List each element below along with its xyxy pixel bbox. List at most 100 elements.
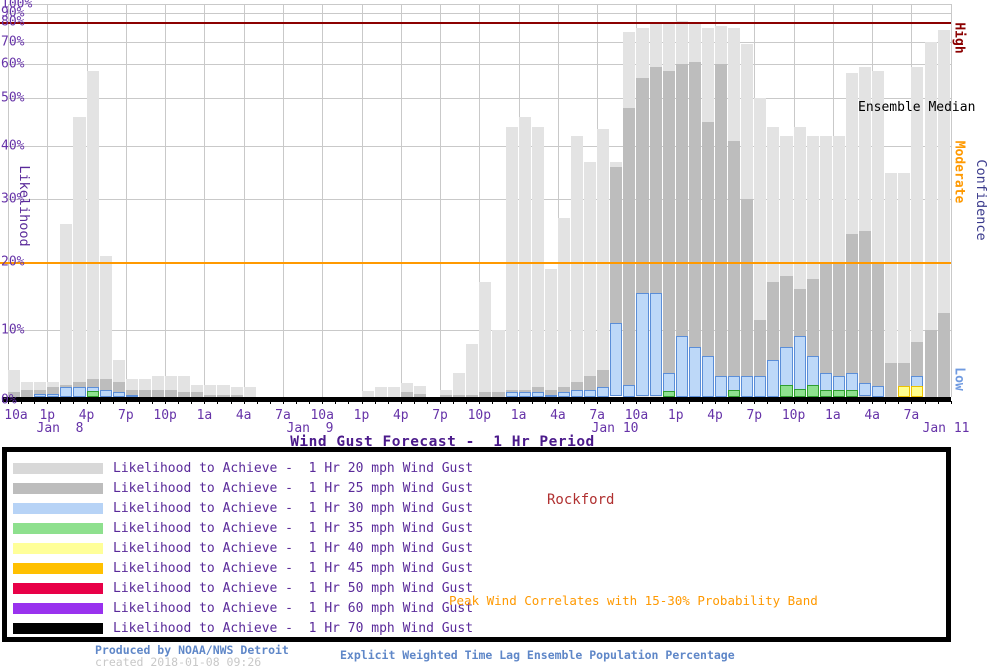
legend-label: Likelihood to Achieve - 1 Hr 60 mph Wind… bbox=[113, 601, 473, 616]
bar-segment-30mph-h46 bbox=[610, 323, 622, 396]
hour-tick bbox=[715, 401, 716, 404]
hour-tick bbox=[191, 401, 192, 404]
hour-tick bbox=[951, 401, 952, 404]
method-text: Explicit Weighted Time Lag Ensemble Popu… bbox=[340, 648, 735, 662]
hour-tick bbox=[401, 401, 402, 404]
bar-segment-30mph-h43 bbox=[571, 390, 583, 397]
hour-tick bbox=[388, 401, 389, 404]
bar-segment-30mph-h5 bbox=[73, 387, 85, 397]
bar-segment-30mph-h53 bbox=[702, 356, 714, 397]
hour-tick bbox=[872, 401, 873, 404]
legend-label: Likelihood to Achieve - 1 Hr 70 mph Wind… bbox=[113, 621, 473, 636]
y-tick-label: 40% bbox=[1, 139, 24, 154]
bar-segment-20mph-h34 bbox=[453, 373, 465, 397]
hour-tick bbox=[571, 401, 572, 404]
y-tick-label: 10% bbox=[1, 323, 24, 338]
y-tick-label: 60% bbox=[1, 57, 24, 72]
x-tick-label: 1a bbox=[825, 408, 841, 423]
hour-tick bbox=[348, 401, 349, 404]
hour-tick bbox=[780, 401, 781, 404]
hour-tick bbox=[532, 401, 533, 404]
confidence-low-label: Low bbox=[952, 367, 967, 390]
hour-tick bbox=[322, 401, 323, 404]
confidence-moderate-label: Moderate bbox=[952, 141, 967, 204]
hour-tick bbox=[833, 401, 834, 404]
ensemble-median-label: Ensemble Median bbox=[858, 100, 975, 115]
x-tick-label: 10p bbox=[153, 408, 176, 423]
x-tick-label: 7p bbox=[118, 408, 134, 423]
bar-segment-20mph-h36 bbox=[479, 282, 491, 396]
bar-segment-30mph-h45 bbox=[597, 387, 609, 397]
hour-tick bbox=[453, 401, 454, 404]
hour-tick bbox=[375, 401, 376, 404]
hour-tick bbox=[597, 401, 598, 404]
vertical-gridline bbox=[362, 4, 363, 397]
bar-segment-20mph-h28 bbox=[375, 387, 387, 397]
bar-segment-20mph-h4 bbox=[60, 224, 72, 396]
bar-segment-35mph-h61 bbox=[807, 385, 819, 397]
hour-tick bbox=[296, 401, 297, 404]
bar-segment-35mph-h55 bbox=[728, 390, 740, 397]
hour-tick bbox=[87, 401, 88, 404]
y-tick-label: 20% bbox=[1, 255, 24, 270]
hour-tick bbox=[859, 401, 860, 404]
hour-tick bbox=[846, 401, 847, 404]
bar-segment-40mph-h69 bbox=[911, 386, 923, 397]
legend-swatch bbox=[13, 463, 103, 474]
legend-swatch bbox=[13, 603, 103, 614]
hour-tick bbox=[584, 401, 585, 404]
hour-tick bbox=[558, 401, 559, 404]
hour-tick bbox=[60, 401, 61, 404]
hour-tick bbox=[689, 401, 690, 404]
legend-label: Likelihood to Achieve - 1 Hr 20 mph Wind… bbox=[113, 461, 473, 476]
hour-tick bbox=[623, 401, 624, 404]
hour-tick bbox=[34, 401, 35, 404]
vertical-gridline bbox=[322, 4, 323, 397]
vertical-gridline bbox=[47, 4, 48, 397]
x-tick-label: 1a bbox=[197, 408, 213, 423]
hour-tick bbox=[362, 401, 363, 404]
bar-segment-25mph-h66 bbox=[872, 262, 884, 397]
bar-segment-30mph-h60 bbox=[794, 336, 806, 397]
bar-segment-25mph-h55 bbox=[728, 141, 740, 396]
vertical-gridline bbox=[401, 4, 402, 397]
y-axis-title: Likelihood bbox=[16, 165, 32, 246]
hour-tick bbox=[73, 401, 74, 404]
x-tick-label: 1p bbox=[354, 408, 370, 423]
bar-segment-25mph-h56 bbox=[741, 199, 753, 397]
hour-tick bbox=[440, 401, 441, 404]
bar-segment-20mph-h7 bbox=[100, 256, 112, 397]
horizontal-gridline bbox=[8, 13, 951, 14]
hour-tick bbox=[126, 401, 127, 404]
bar-segment-20mph-h44 bbox=[584, 162, 596, 397]
hour-tick bbox=[47, 401, 48, 404]
bar-segment-25mph-h50 bbox=[663, 71, 675, 397]
x-tick-label: 10a bbox=[4, 408, 27, 423]
hour-tick bbox=[938, 401, 939, 404]
legend-swatch bbox=[13, 523, 103, 534]
bar-segment-25mph-h11 bbox=[152, 390, 164, 397]
hour-tick bbox=[244, 401, 245, 404]
legend-label: Likelihood to Achieve - 1 Hr 40 mph Wind… bbox=[113, 541, 473, 556]
hour-tick bbox=[767, 401, 768, 404]
legend-label: Likelihood to Achieve - 1 Hr 30 mph Wind… bbox=[113, 501, 473, 516]
y-tick-label: 50% bbox=[1, 91, 24, 106]
bar-segment-25mph-h1 bbox=[21, 390, 33, 397]
legend-label: Likelihood to Achieve - 1 Hr 25 mph Wind… bbox=[113, 481, 473, 496]
horizontal-gridline bbox=[8, 64, 951, 65]
hour-tick bbox=[636, 401, 637, 404]
bar-segment-20mph-h37 bbox=[492, 330, 504, 397]
x-axis-band bbox=[2, 397, 951, 402]
bar-segment-30mph-h54 bbox=[715, 376, 727, 397]
hour-tick bbox=[466, 401, 467, 404]
bar-segment-20mph-h39 bbox=[519, 117, 531, 396]
bar-segment-35mph-h60 bbox=[794, 389, 806, 397]
legend-swatch bbox=[13, 583, 103, 594]
horizontal-gridline bbox=[8, 42, 951, 43]
legend-label: Likelihood to Achieve - 1 Hr 45 mph Wind… bbox=[113, 561, 473, 576]
hour-tick bbox=[898, 401, 899, 404]
bar-segment-30mph-h49 bbox=[650, 293, 662, 397]
hour-tick bbox=[754, 401, 755, 404]
bar-segment-25mph-h71 bbox=[938, 313, 950, 397]
hour-tick bbox=[545, 401, 546, 404]
